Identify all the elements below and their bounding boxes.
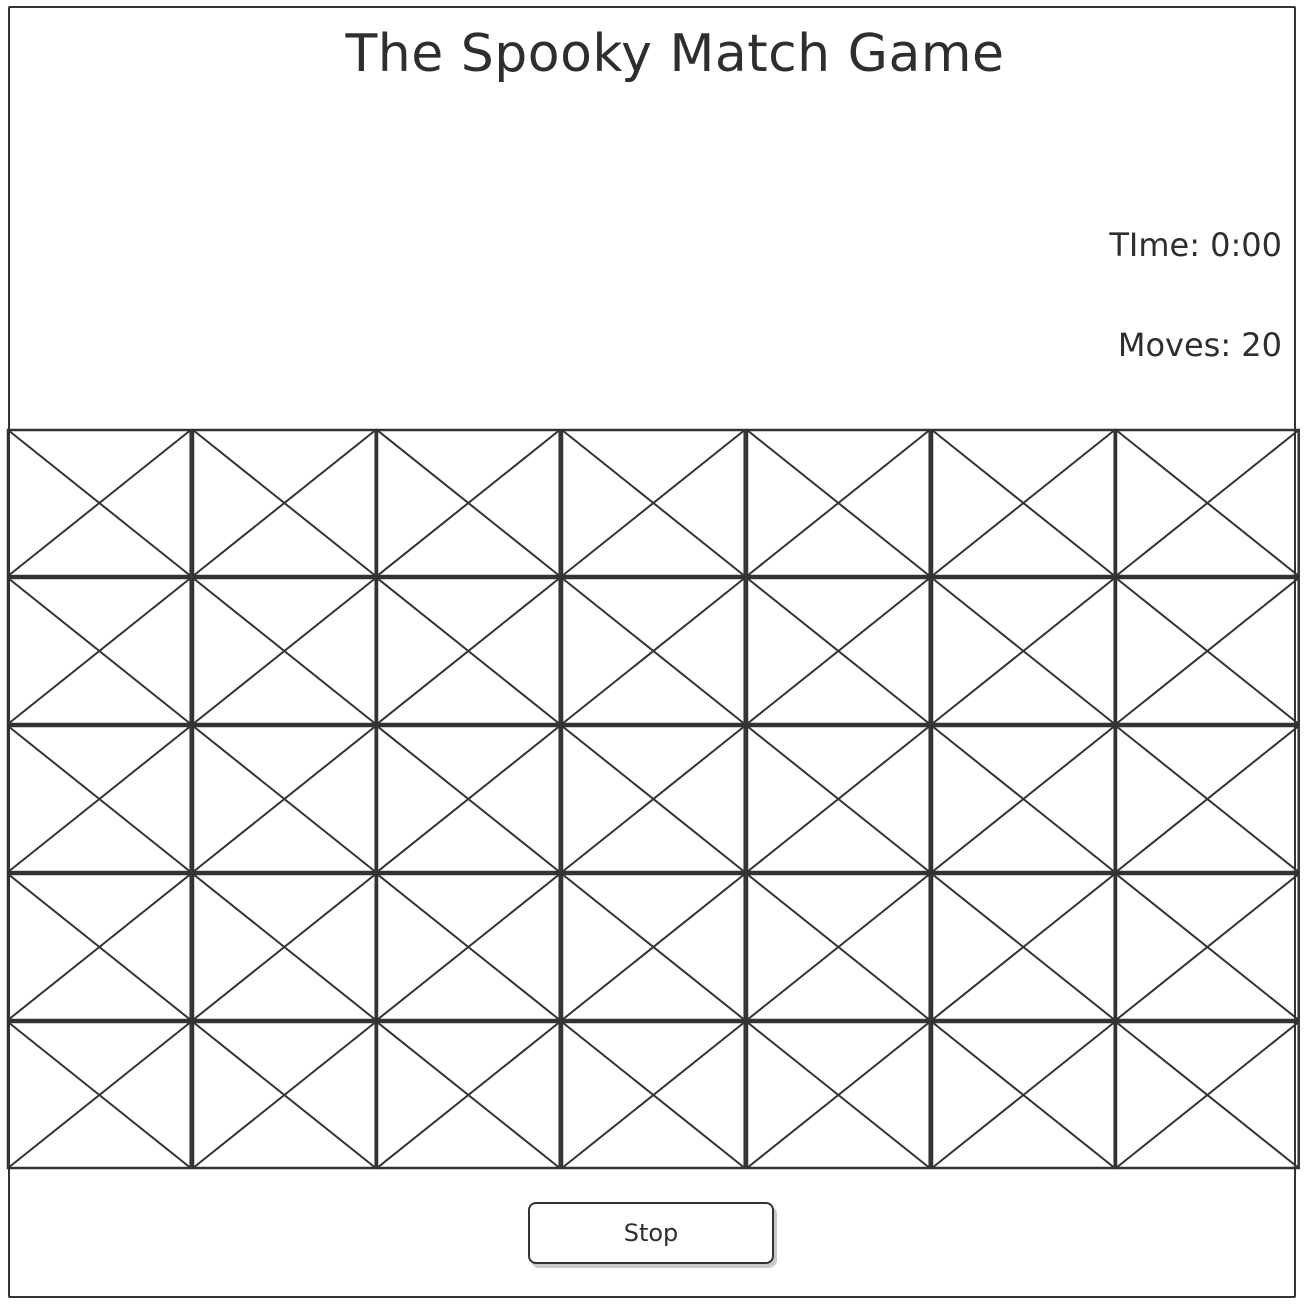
card-back-placeholder-icon — [376, 576, 562, 726]
card-back-placeholder-icon — [6, 428, 192, 578]
card-r2-c7[interactable] — [1115, 576, 1301, 726]
card-back-placeholder-icon — [6, 724, 192, 874]
card-r4-c1[interactable] — [6, 872, 192, 1022]
card-r4-c4[interactable] — [560, 872, 747, 1022]
card-back-placeholder-icon — [6, 872, 192, 1022]
card-back-placeholder-icon — [376, 1020, 562, 1170]
card-back-placeholder-icon — [1115, 428, 1301, 578]
card-r1-c6[interactable] — [930, 428, 1116, 578]
card-back-placeholder-icon — [1115, 1020, 1301, 1170]
card-back-placeholder-icon — [560, 724, 747, 874]
card-r2-c5[interactable] — [745, 576, 931, 726]
card-r1-c5[interactable] — [745, 428, 931, 578]
card-r4-c7[interactable] — [1115, 872, 1301, 1022]
card-back-placeholder-icon — [1115, 576, 1301, 726]
card-r5-c2[interactable] — [191, 1020, 377, 1170]
card-r1-c2[interactable] — [191, 428, 377, 578]
card-r4-c3[interactable] — [376, 872, 562, 1022]
card-back-placeholder-icon — [745, 576, 931, 726]
card-r5-c6[interactable] — [930, 1020, 1116, 1170]
card-back-placeholder-icon — [376, 872, 562, 1022]
card-back-placeholder-icon — [560, 1020, 747, 1170]
card-back-placeholder-icon — [930, 1020, 1116, 1170]
card-r1-c4[interactable] — [560, 428, 747, 578]
card-r2-c4[interactable] — [560, 576, 747, 726]
card-back-placeholder-icon — [376, 724, 562, 874]
card-r5-c3[interactable] — [376, 1020, 562, 1170]
card-r4-c6[interactable] — [930, 872, 1116, 1022]
card-back-placeholder-icon — [560, 428, 747, 578]
time-display: TIme: 0:00 — [1109, 226, 1282, 264]
card-back-placeholder-icon — [745, 1020, 931, 1170]
page-title: The Spooky Match Game — [345, 24, 1005, 84]
card-r5-c7[interactable] — [1115, 1020, 1301, 1170]
card-back-placeholder-icon — [560, 872, 747, 1022]
card-r2-c1[interactable] — [6, 576, 192, 726]
moves-counter: Moves: 20 — [1117, 326, 1282, 364]
card-r3-c1[interactable] — [6, 724, 192, 874]
card-back-placeholder-icon — [191, 576, 377, 726]
card-back-placeholder-icon — [376, 428, 562, 578]
card-r5-c5[interactable] — [745, 1020, 931, 1170]
card-r3-c6[interactable] — [930, 724, 1116, 874]
card-r3-c3[interactable] — [376, 724, 562, 874]
card-back-placeholder-icon — [930, 872, 1116, 1022]
card-r4-c2[interactable] — [191, 872, 377, 1022]
card-back-placeholder-icon — [560, 576, 747, 726]
card-r3-c5[interactable] — [745, 724, 931, 874]
card-r3-c7[interactable] — [1115, 724, 1301, 874]
card-r1-c1[interactable] — [6, 428, 192, 578]
card-back-placeholder-icon — [930, 576, 1116, 726]
card-r3-c2[interactable] — [191, 724, 377, 874]
card-r1-c7[interactable] — [1115, 428, 1301, 578]
card-grid — [6, 428, 1301, 1170]
card-r5-c4[interactable] — [560, 1020, 747, 1170]
card-r3-c4[interactable] — [560, 724, 747, 874]
card-back-placeholder-icon — [745, 428, 931, 578]
card-back-placeholder-icon — [930, 724, 1116, 874]
card-back-placeholder-icon — [1115, 724, 1301, 874]
card-r1-c3[interactable] — [376, 428, 562, 578]
card-r5-c1[interactable] — [6, 1020, 192, 1170]
card-r2-c2[interactable] — [191, 576, 377, 726]
card-r2-c6[interactable] — [930, 576, 1116, 726]
card-back-placeholder-icon — [1115, 872, 1301, 1022]
card-back-placeholder-icon — [191, 872, 377, 1022]
card-back-placeholder-icon — [745, 872, 931, 1022]
card-back-placeholder-icon — [191, 1020, 377, 1170]
card-back-placeholder-icon — [6, 1020, 192, 1170]
card-back-placeholder-icon — [191, 724, 377, 874]
card-back-placeholder-icon — [745, 724, 931, 874]
card-r4-c5[interactable] — [745, 872, 931, 1022]
stop-button[interactable]: Stop — [528, 1202, 774, 1264]
card-back-placeholder-icon — [6, 576, 192, 726]
card-r2-c3[interactable] — [376, 576, 562, 726]
card-back-placeholder-icon — [191, 428, 377, 578]
card-back-placeholder-icon — [930, 428, 1116, 578]
